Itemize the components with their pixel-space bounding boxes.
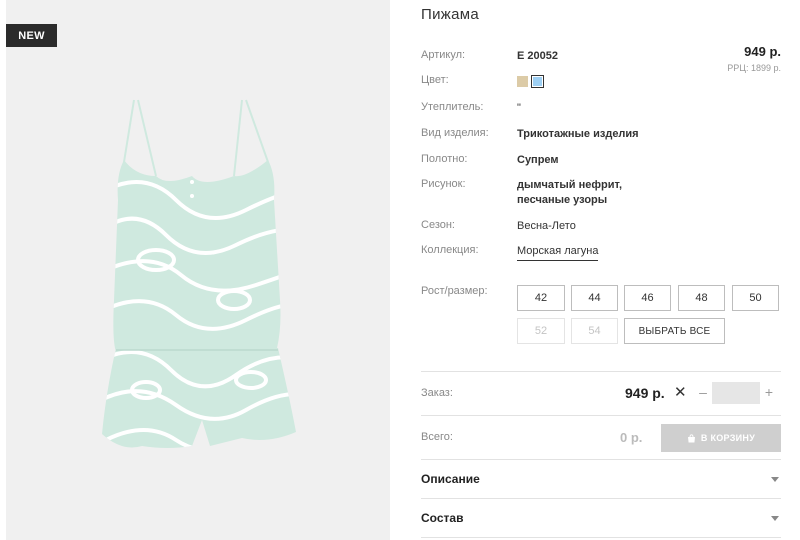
remove-icon[interactable]: ✕ xyxy=(674,383,687,401)
new-badge: NEW xyxy=(6,24,57,47)
increment-button[interactable]: + xyxy=(763,384,775,400)
size-button-54[interactable]: 54 xyxy=(571,318,618,344)
article-value: Е 20052 xyxy=(517,50,558,62)
collection-link[interactable]: Морская лагуна xyxy=(517,244,599,261)
size-button-42[interactable]: 42 xyxy=(517,285,565,311)
divider xyxy=(421,371,781,372)
size-button-46[interactable]: 46 xyxy=(624,285,671,311)
fabric-value: Супрем xyxy=(517,154,559,166)
total-value: 0 р. xyxy=(620,430,643,445)
product-image-panel[interactable]: NEW xyxy=(6,0,390,540)
prop-label: Коллекция: xyxy=(421,244,479,256)
prop-label: Полотно: xyxy=(421,153,468,165)
prop-label: Рисунок: xyxy=(421,178,466,190)
prop-label: Артикул: xyxy=(421,49,466,61)
kind-value: Трикотажные изделия xyxy=(517,128,639,140)
cart-button-label: В КОРЗИНУ xyxy=(700,433,756,443)
size-button-50[interactable]: 50 xyxy=(732,285,779,311)
select-all-sizes-button[interactable]: ВЫБРАТЬ ВСЕ xyxy=(624,318,725,344)
prop-label: Сезон: xyxy=(421,219,455,231)
divider xyxy=(421,537,781,538)
size-label: Рост/размер: xyxy=(421,285,488,297)
product-photo xyxy=(102,99,296,448)
prop-label: Цвет: xyxy=(421,74,449,86)
chevron-down-icon xyxy=(771,476,779,482)
prop-label: Вид изделия: xyxy=(421,127,489,139)
pattern-value-line2: песчаные узоры xyxy=(517,194,608,206)
color-swatch-blue[interactable] xyxy=(531,75,544,88)
add-to-cart-button[interactable]: В КОРЗИНУ xyxy=(661,424,781,452)
order-label: Заказ: xyxy=(421,387,453,399)
total-label: Всего: xyxy=(421,431,453,443)
price: 949 р. xyxy=(744,44,781,59)
size-button-44[interactable]: 44 xyxy=(571,285,618,311)
color-swatch-sand[interactable] xyxy=(517,76,528,87)
accordion-label: Описание xyxy=(421,472,480,486)
insulation-value: " xyxy=(517,102,521,114)
shopping-bag-icon xyxy=(687,433,696,443)
accordion-composition[interactable]: Состав xyxy=(421,499,781,537)
size-button-52[interactable]: 52 xyxy=(517,318,565,344)
product-title: Пижама xyxy=(421,6,479,23)
quantity-input[interactable] xyxy=(712,382,760,404)
product-details: Пижама 949 р. РРЦ: 1899 р. Артикул: Е 20… xyxy=(421,0,781,540)
divider xyxy=(421,415,781,416)
size-button-48[interactable]: 48 xyxy=(678,285,725,311)
accordion-label: Состав xyxy=(421,511,464,525)
decrement-button[interactable]: – xyxy=(697,384,709,400)
season-value: Весна-Лето xyxy=(517,220,576,232)
chevron-down-icon xyxy=(771,515,779,521)
accordion-description[interactable]: Описание xyxy=(421,460,781,498)
order-price: 949 р. xyxy=(625,385,665,401)
recommended-price: РРЦ: 1899 р. xyxy=(727,63,781,73)
pattern-value-line1: дымчатый нефрит, xyxy=(517,179,623,191)
prop-label: Утеплитель: xyxy=(421,101,484,113)
